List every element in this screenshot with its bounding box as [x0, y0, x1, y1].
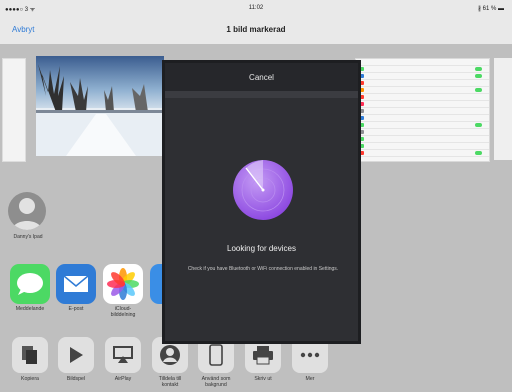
- copy-button[interactable]: [12, 337, 48, 373]
- thumbnail-previous[interactable]: [2, 58, 26, 162]
- app-button-partial[interactable]: [150, 264, 162, 304]
- status-bar: ●●●●○ 3 ᯤ 11:02 ∦ 61 % ▬: [0, 0, 512, 16]
- icloud-photo-sharing-button[interactable]: [103, 264, 143, 304]
- printer-icon: [253, 346, 273, 365]
- dialog-header: Cancel: [165, 63, 358, 91]
- airplay-button[interactable]: [105, 337, 141, 373]
- connection-hint: Check if you have Bluetooth or WiFi conn…: [187, 266, 339, 272]
- more-label: Mer: [305, 376, 315, 382]
- photos-flower-icon: [107, 268, 139, 300]
- page-title: 1 bild markerad: [226, 25, 286, 34]
- icloud-photo-sharing-label: iCloud- bilddelning: [110, 306, 136, 318]
- more-icon: [300, 352, 320, 358]
- battery-indicator: ∦ 61 % ▬: [477, 6, 504, 12]
- speech-bubble-icon: [17, 273, 43, 295]
- play-icon: [70, 347, 83, 363]
- dialog-divider: [165, 91, 358, 98]
- searching-status: Looking for devices: [227, 244, 296, 253]
- copy-icon: [22, 346, 37, 364]
- contact-icon: [160, 345, 180, 365]
- dialog-cancel-button[interactable]: Cancel: [165, 73, 358, 82]
- clock: 11:02: [248, 5, 264, 11]
- airplay-icon: [113, 346, 133, 363]
- thumbnail-next[interactable]: [494, 58, 512, 160]
- messages-app-button[interactable]: [10, 264, 50, 304]
- slideshow-button[interactable]: [58, 337, 94, 373]
- nav-bar: Avbryt 1 bild markerad: [0, 16, 512, 45]
- selected-photo[interactable]: [36, 56, 164, 156]
- ipad-icon: [209, 344, 223, 366]
- envelope-icon: [63, 275, 89, 292]
- person-icon: [12, 198, 42, 230]
- device-search-dialog: Cancel Looking for devices Check if you …: [162, 60, 361, 344]
- thumbnail-settings-screenshot[interactable]: [355, 58, 490, 162]
- radar-scan-icon: [232, 159, 294, 221]
- mail-app-button[interactable]: [56, 264, 96, 304]
- airdrop-person-name: Danny's Ipad: [13, 234, 43, 240]
- airdrop-person-avatar[interactable]: [8, 192, 46, 230]
